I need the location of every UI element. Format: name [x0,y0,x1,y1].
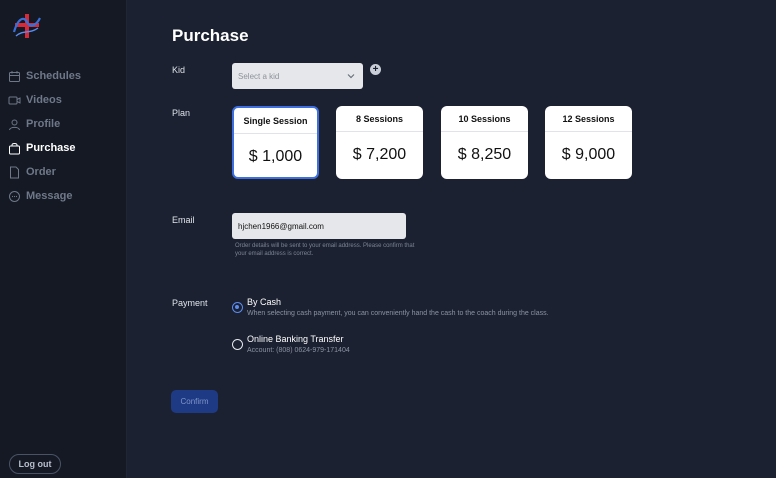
payment-option-desc: Account: (808) 0624-979-171404 [247,347,350,354]
sidebar-item-order[interactable]: Order [0,160,127,184]
sidebar-item-purchase[interactable]: Purchase [0,136,127,160]
user-icon [8,118,21,131]
page-title: Purchase [172,26,249,45]
email-field[interactable] [232,213,406,239]
sidebar-item-label: Message [26,190,73,202]
email-note: Order details will be sent to your email… [235,243,415,257]
plan-price: $ 1,000 [248,147,303,165]
plan-option-12-sessions[interactable]: 12 Sessions $ 9,000 [545,106,632,179]
sidebar-item-schedules[interactable]: Schedules [0,64,127,88]
plan-price: $ 7,200 [352,145,407,163]
sidebar-item-label: Profile [26,118,61,130]
sidebar-item-label: Purchase [26,142,76,154]
logout-button[interactable]: Log out [9,454,61,474]
plan-price: $ 9,000 [561,145,616,163]
kid-select-placeholder: Select a kid [238,71,280,81]
plan-option-single-session[interactable]: Single Session $ 1,000 [232,106,319,179]
plan-label: Plan [172,108,191,118]
sidebar-nav: Schedules Videos Profile Purchase Order [0,64,127,208]
sidebar: Schedules Videos Profile Purchase Order [0,0,127,478]
kid-select[interactable]: Select a kid [232,63,363,89]
shopping-bag-icon [8,142,21,155]
chevron-down-icon [347,74,355,79]
kid-label: Kid [172,65,186,75]
chat-icon [8,190,21,203]
plan-name: 8 Sessions [336,106,423,132]
brand-logo[interactable] [10,12,44,40]
plan-option-10-sessions[interactable]: 10 Sessions $ 8,250 [441,106,528,179]
payment-label: Payment [172,298,208,308]
payment-option-desc: When selecting cash payment, you can con… [247,310,549,317]
sidebar-item-profile[interactable]: Profile [0,112,127,136]
plan-name: 10 Sessions [441,106,528,132]
plan-option-8-sessions[interactable]: 8 Sessions $ 7,200 [336,106,423,179]
payment-radio-cash[interactable] [232,302,243,313]
sidebar-item-label: Videos [26,94,62,106]
payment-option-title: Online Banking Transfer [247,334,344,344]
add-kid-button[interactable]: + [370,64,381,75]
calendar-icon [8,70,21,83]
sidebar-item-label: Order [26,166,56,178]
payment-option-title: By Cash [247,297,282,307]
payment-radio-bank-transfer[interactable] [232,339,243,350]
plan-price: $ 8,250 [457,145,512,163]
sidebar-item-message[interactable]: Message [0,184,127,208]
sidebar-item-label: Schedules [26,70,82,82]
confirm-button[interactable]: Confirm [171,390,218,413]
email-label: Email [172,215,195,225]
video-icon [8,94,21,107]
plan-name: 12 Sessions [545,106,632,132]
plus-icon: + [372,64,379,75]
sidebar-item-videos[interactable]: Videos [0,88,127,112]
plan-name: Single Session [234,108,317,134]
document-icon [8,166,21,179]
